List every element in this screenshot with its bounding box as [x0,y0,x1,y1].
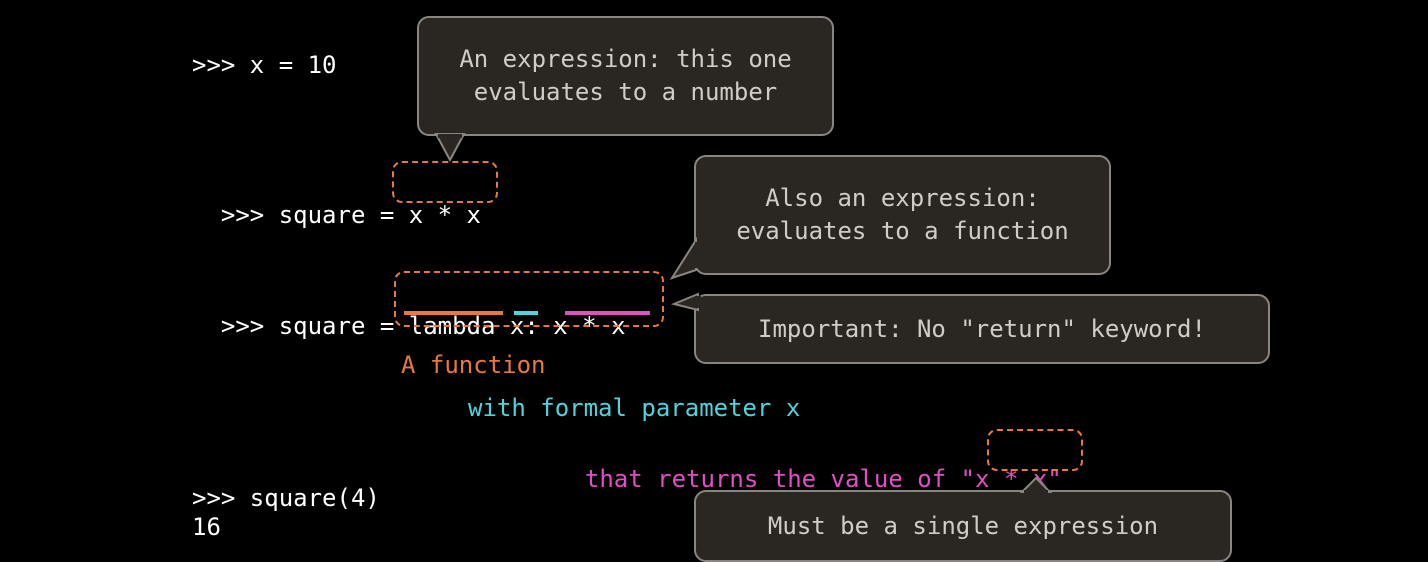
code-line-call-square: >>> square(4) [192,484,380,512]
lambda-underline [404,311,503,315]
callout-single-expression: Must be a single expression [694,490,1232,562]
callout-no-return: Important: No "return" keyword! [694,294,1270,364]
code-prefix: >>> square = [220,201,409,229]
code-prefix: >>> square = [220,312,409,340]
callout-pointer [670,292,701,312]
parameter-underline [514,311,538,315]
lambda-highlight-box [394,271,664,327]
code-line-result: 16 [192,513,221,541]
callout-pointer [434,133,466,163]
explanation-function: A function [401,351,546,379]
code-line-assign-x: >>> x = 10 [192,51,337,79]
returns-expression-highlight-box [987,429,1083,471]
returns-prefix: that returns the value of " [584,465,976,493]
body-underline [565,311,650,315]
expression-x-times-x: x * x [408,201,481,229]
callout-expression-number: An expression: this one evaluates to a n… [417,16,834,136]
explanation-returns: that returns the value of "x * x" [556,434,1062,494]
explanation-parameter: with formal parameter x [468,394,801,422]
callout-pointer [1019,476,1053,494]
callout-expression-function: Also an expression: evaluates to a funct… [694,155,1111,275]
callout-pointer [669,236,699,280]
